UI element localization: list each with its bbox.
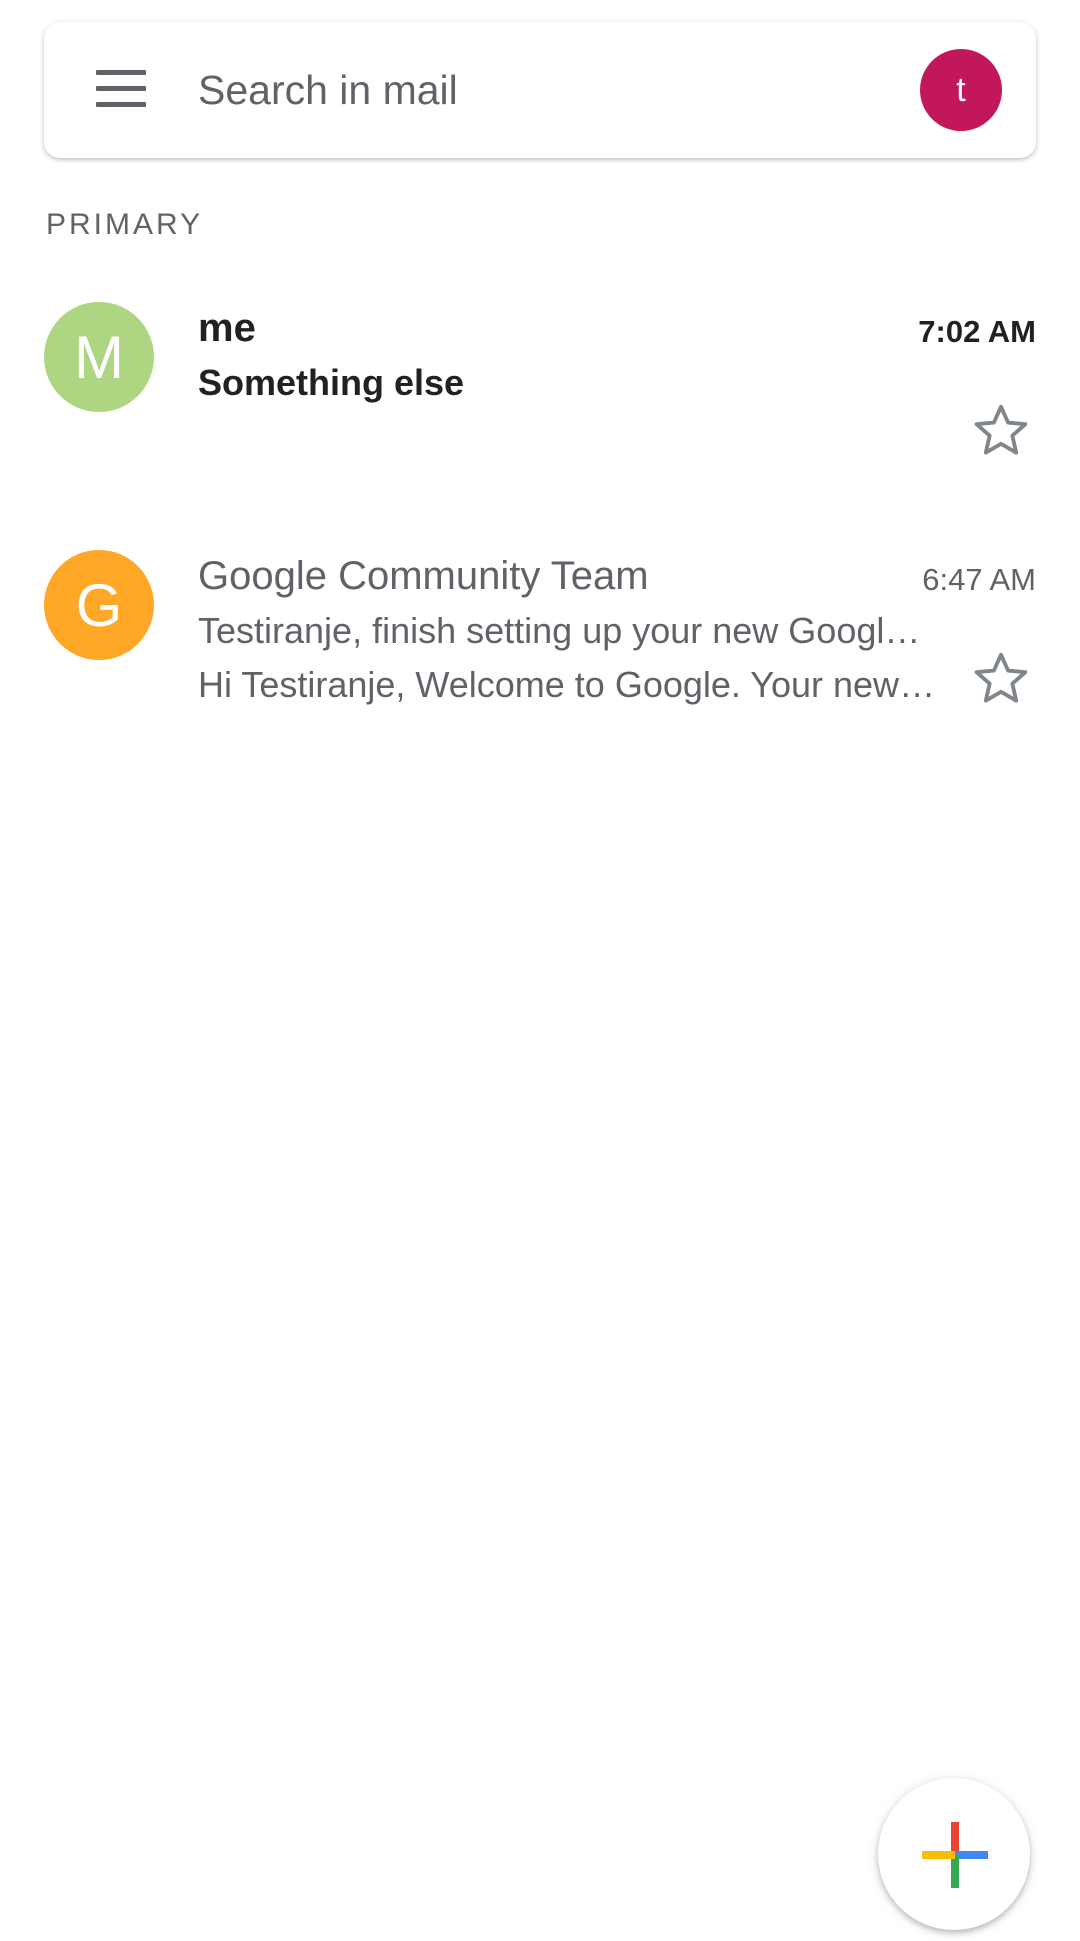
email-sender: Google Community Team [198, 554, 649, 598]
compose-button[interactable] [878, 1778, 1030, 1930]
menu-icon[interactable] [96, 70, 146, 108]
email-subject: Something else [198, 362, 465, 403]
sender-avatar[interactable]: M [44, 302, 154, 412]
sender-avatar[interactable]: G [44, 550, 154, 660]
gmail-inbox-screen: t PRIMARY M me 7:02 AM Something else G … [0, 0, 1080, 1941]
email-time: 6:47 AM [922, 562, 1036, 597]
section-label-primary: PRIMARY [46, 208, 204, 241]
email-snippet: Hi Testiranje, Welcome to Google. Your n… [198, 664, 938, 705]
email-time: 7:02 AM [918, 314, 1036, 349]
email-subject: Testiranje, finish setting up your new G… [198, 610, 938, 651]
search-bar[interactable]: t [44, 22, 1036, 158]
star-outline-icon[interactable] [970, 648, 1032, 710]
email-sender: me [198, 306, 256, 350]
account-avatar[interactable]: t [920, 49, 1002, 131]
email-row[interactable]: M me 7:02 AM Something else [0, 282, 1080, 502]
email-row[interactable]: G Google Community Team 6:47 AM Testiran… [0, 530, 1080, 750]
compose-plus-icon [922, 1822, 988, 1888]
search-input[interactable] [198, 62, 898, 118]
star-outline-icon[interactable] [970, 400, 1032, 462]
